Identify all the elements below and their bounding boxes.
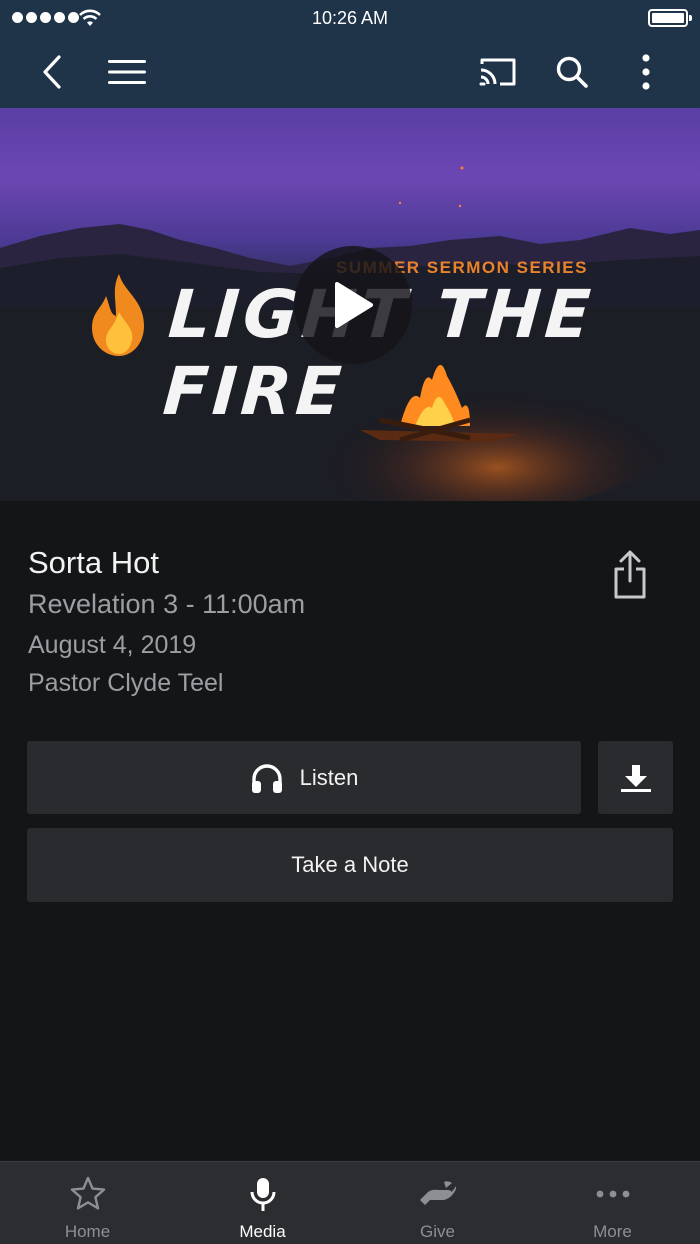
- status-time: 10:26 AM: [311, 8, 389, 28]
- artwork-title: LIGHT THE FIRE: [160, 276, 597, 430]
- cast-icon: [479, 58, 516, 86]
- status-bar: 10:26 AM: [0, 0, 700, 36]
- horizontal-ellipsis-icon: [596, 1190, 629, 1198]
- share-button[interactable]: [608, 549, 652, 601]
- sermon-date: August 4, 2019: [28, 631, 197, 659]
- tab-more-label: More: [593, 1222, 632, 1241]
- menu-button[interactable]: [105, 50, 149, 94]
- listen-label: Listen: [299, 764, 359, 790]
- sermon-subtitle: Revelation 3 - 11:00am: [28, 589, 306, 619]
- search-button[interactable]: [550, 50, 594, 94]
- play-button[interactable]: [294, 246, 412, 364]
- share-icon: [614, 550, 646, 599]
- headphones-icon: [251, 763, 282, 793]
- tab-give-label: Give: [420, 1222, 455, 1241]
- back-button[interactable]: [30, 50, 74, 94]
- tab-media[interactable]: Media: [175, 1162, 350, 1244]
- chevron-left-icon: [43, 55, 61, 89]
- tab-bar: Home Media Give More: [0, 1161, 700, 1244]
- download-button[interactable]: [598, 741, 673, 814]
- listen-button[interactable]: Listen: [27, 741, 581, 814]
- giving-hand-icon: [419, 1181, 456, 1205]
- tab-more[interactable]: More: [525, 1162, 700, 1244]
- sermon-artwork[interactable]: SUMMER SERMON SERIES LIGHT THE FIRE: [0, 108, 700, 501]
- sermon-title: Sorta Hot: [28, 545, 159, 580]
- sermon-speaker: Pastor Clyde Teel: [28, 669, 224, 697]
- download-icon: [620, 764, 651, 792]
- tab-give[interactable]: Give: [350, 1162, 525, 1244]
- vertical-ellipsis-icon: [642, 54, 650, 90]
- top-bar: 10:26 AM: [0, 0, 700, 108]
- battery-icon: [648, 9, 692, 27]
- star-icon: [70, 1176, 105, 1210]
- search-icon: [556, 56, 588, 88]
- cast-button[interactable]: [476, 50, 520, 94]
- navigation-bar: [0, 36, 700, 108]
- tab-home[interactable]: Home: [0, 1162, 175, 1244]
- flame-icon: [92, 274, 144, 356]
- microphone-icon: [250, 1178, 275, 1211]
- tab-home-label: Home: [64, 1222, 111, 1241]
- take-note-button[interactable]: Take a Note: [27, 828, 673, 902]
- more-options-button[interactable]: [624, 50, 668, 94]
- play-icon: [335, 282, 373, 328]
- tab-media-label: Media: [239, 1222, 286, 1241]
- take-note-label: Take a Note: [291, 852, 409, 877]
- hamburger-menu-icon: [108, 60, 146, 84]
